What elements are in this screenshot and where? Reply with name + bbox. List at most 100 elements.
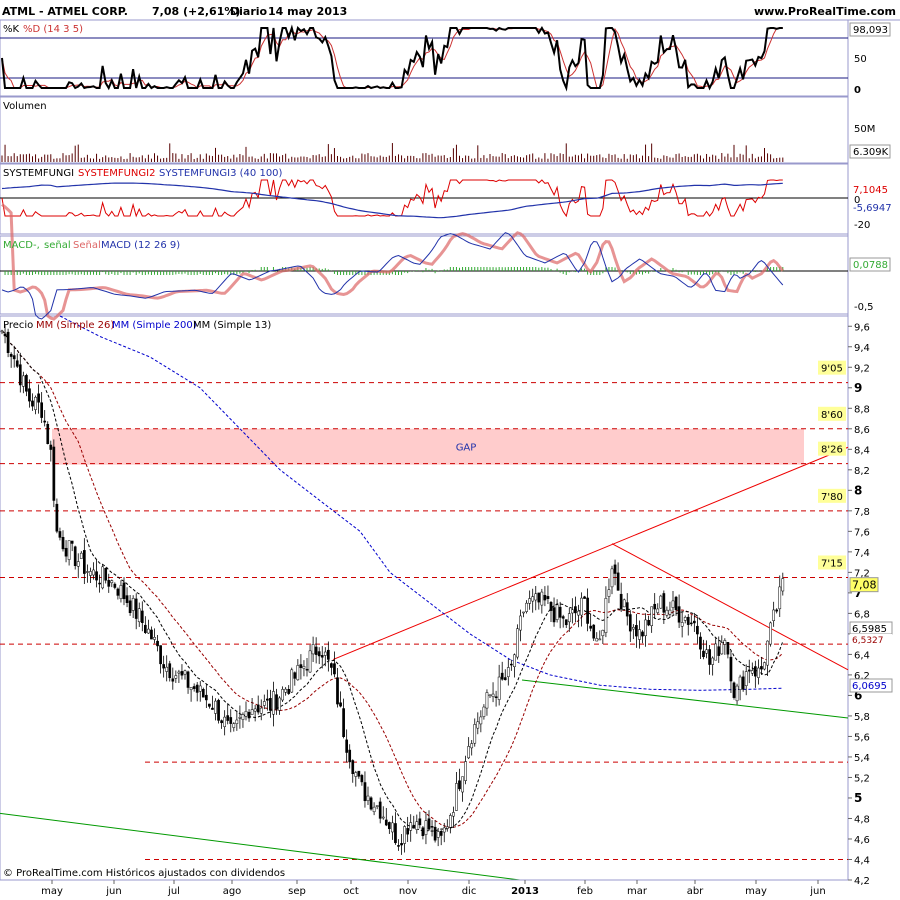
candle-body-162 (494, 696, 498, 698)
candle-body-22 (67, 540, 71, 560)
chart-canvas: ATML - ATMEL CORP. 7,08 (+2,61%) Diario … (0, 0, 900, 900)
macd-title-2: señal (44, 240, 71, 251)
candle-body-11 (34, 396, 37, 410)
stochastic-title-d: %D (14 3 5) (23, 24, 83, 35)
candle-body-110 (336, 677, 339, 705)
candle-body-71 (217, 699, 220, 721)
candle-body-119 (363, 782, 367, 802)
candle-body-170 (519, 615, 522, 631)
candle-body-183 (558, 606, 562, 618)
candle-body-112 (342, 708, 345, 737)
candle-body-68 (208, 703, 211, 707)
candle-body-161 (491, 693, 495, 697)
candle-body-149 (455, 783, 458, 811)
candle-body-4 (12, 355, 16, 360)
candle-body-151 (461, 776, 464, 793)
candle-body-7 (22, 375, 25, 387)
macd-tick: -0,5 (854, 302, 874, 313)
candle-body-252 (769, 622, 772, 645)
candle-body-79 (241, 714, 245, 720)
candle-body-59 (180, 671, 184, 676)
candle-body-72 (220, 720, 223, 724)
candle-body-40 (122, 582, 126, 600)
candle-body-254 (775, 609, 779, 612)
candle-body-165 (503, 677, 507, 681)
candle-body-229 (699, 636, 702, 650)
x-label-8: 2013 (511, 886, 539, 897)
candle-body-104 (317, 651, 321, 657)
candle-body-146 (445, 826, 449, 829)
candle-body-186 (567, 613, 571, 623)
candle-body-203 (619, 593, 623, 610)
candle-body-189 (577, 610, 580, 616)
candle-body-190 (580, 597, 583, 616)
candle-body-251 (766, 640, 769, 666)
candle-body-51 (156, 640, 159, 647)
candle-body-178 (543, 594, 547, 601)
candle-body-38 (116, 588, 120, 596)
x-label-6: nov (399, 886, 417, 897)
candle-body-19 (58, 531, 62, 538)
candle-body-179 (546, 596, 550, 599)
price-tick-label-1: 9,4 (854, 343, 870, 354)
candle-body-234 (714, 643, 718, 661)
candle-body-66 (201, 689, 205, 698)
candle-body-64 (195, 684, 199, 693)
price-tick-label-27: 4,2 (854, 876, 870, 887)
candle-body-26 (79, 552, 83, 559)
candle-body-52 (159, 645, 162, 665)
header-ticker: ATML - ATMEL CORP. (2, 5, 128, 18)
x-label-7: dic (462, 886, 477, 897)
candle-body-159 (485, 692, 489, 709)
candle-body-219 (668, 609, 672, 615)
candle-body-191 (583, 596, 586, 599)
candle-body-62 (189, 687, 193, 690)
candle-body-169 (516, 628, 519, 658)
price-tick-label-8: 8 (854, 483, 862, 497)
candle-body-60 (183, 670, 187, 675)
systemfungi-title-3: SYSTEMFUNGI3 (40 100) (159, 168, 283, 179)
price-tick-label-21: 5,4 (854, 753, 870, 764)
price-tick-label-19: 5,8 (854, 712, 870, 723)
candle-body-69 (211, 707, 214, 710)
candle-body-135 (412, 824, 416, 829)
price-tick-label-10: 7,6 (854, 527, 870, 538)
candle-body-27 (83, 550, 86, 574)
candle-body-210 (641, 631, 644, 637)
header-site: www.ProRealTime.com (754, 5, 896, 18)
candle-body-166 (506, 667, 510, 677)
candle-body-239 (729, 656, 733, 682)
price-tick-label-6: 8,4 (854, 445, 870, 456)
candle-body-148 (452, 812, 455, 817)
candle-body-89 (272, 691, 275, 715)
candle-body-228 (696, 625, 699, 635)
level-label-2: 8'26 (821, 445, 843, 456)
candle-body-141 (430, 826, 434, 828)
candle-body-84 (256, 704, 260, 713)
candle-body-154 (470, 743, 474, 749)
candle-body-121 (369, 797, 373, 810)
candle-body-249 (760, 666, 763, 670)
x-label-9: feb (577, 886, 593, 897)
candle-body-131 (400, 843, 403, 846)
candle-body-213 (650, 606, 653, 626)
header-period: Diario (230, 5, 268, 18)
candle-body-126 (384, 819, 388, 826)
candle-body-29 (89, 571, 92, 576)
candle-body-215 (656, 608, 660, 613)
candle-body-137 (418, 818, 422, 826)
candle-body-182 (555, 604, 559, 620)
price-tick-label-22: 5,2 (854, 773, 870, 784)
candle-body-34 (104, 567, 108, 581)
candle-body-173 (528, 598, 531, 604)
candle-body-205 (625, 602, 629, 617)
candle-body-123 (375, 805, 379, 807)
candle-body-8 (25, 375, 28, 392)
price-title-1: Precio (3, 320, 33, 331)
candle-body-105 (320, 655, 324, 658)
candle-body-163 (497, 676, 501, 700)
candle-body-180 (549, 602, 553, 611)
candle-body-65 (198, 685, 202, 692)
candle-body-185 (564, 619, 568, 626)
candle-body-90 (275, 694, 278, 710)
